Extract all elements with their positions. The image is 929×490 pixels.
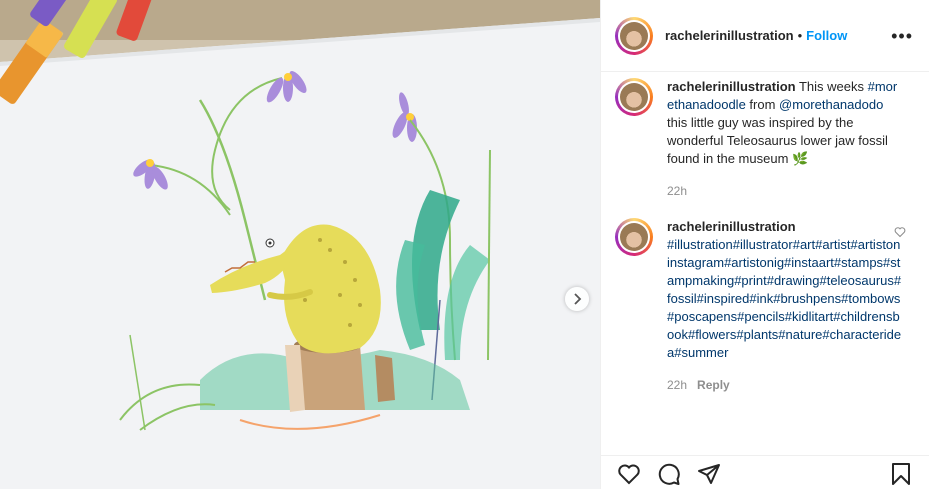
- caption-text-3: this little guy was inspired by the wond…: [667, 115, 888, 166]
- caption-text: rachelerinillustration This weeks #moret…: [667, 78, 903, 200]
- share-icon[interactable]: [697, 462, 721, 486]
- caption-mention[interactable]: @morethanadodo: [779, 97, 883, 112]
- comment-body: rachelerinillustration #illustration#ill…: [667, 218, 903, 394]
- reply-button[interactable]: Reply: [697, 378, 730, 392]
- avatar[interactable]: [615, 218, 653, 256]
- comment: rachelerinillustration #illustration#ill…: [601, 218, 929, 394]
- bookmark-icon[interactable]: [889, 462, 913, 486]
- comment-timestamp: 22h: [667, 378, 688, 392]
- next-image-button[interactable]: [565, 287, 589, 311]
- small-heart-icon[interactable]: [894, 226, 906, 238]
- post-sidebar: rachelerinillustration • Follow ••• rach…: [600, 0, 929, 489]
- caption-text-2: from: [745, 97, 780, 112]
- comment-hashtags[interactable]: #illustration#illustrator#art#artist#art…: [667, 236, 903, 362]
- heart-icon[interactable]: [617, 462, 641, 486]
- caption-username[interactable]: rachelerinillustration: [667, 79, 796, 94]
- comments-list: rachelerinillustration This weeks #moret…: [601, 72, 929, 394]
- header-username[interactable]: rachelerinillustration: [665, 28, 794, 43]
- avatar[interactable]: [615, 16, 653, 55]
- comment-icon[interactable]: [657, 462, 681, 486]
- chevron-right-icon: [574, 293, 582, 305]
- comment-meta: 22h Reply: [667, 376, 903, 394]
- caption: rachelerinillustration This weeks #moret…: [601, 78, 929, 200]
- post-image[interactable]: [0, 0, 600, 489]
- illustration: [0, 0, 600, 489]
- caption-timestamp: 22h: [667, 184, 688, 198]
- caption-text-1: This weeks: [795, 79, 868, 94]
- post-header: rachelerinillustration • Follow •••: [601, 0, 929, 72]
- avatar[interactable]: [615, 78, 653, 116]
- more-options-icon[interactable]: •••: [891, 27, 913, 45]
- comment-username[interactable]: rachelerinillustration: [667, 218, 903, 236]
- action-bar: [601, 455, 929, 490]
- leaf-emoji: 🌿: [792, 151, 809, 166]
- follow-button[interactable]: Follow: [806, 28, 847, 43]
- post-view: rachelerinillustration • Follow ••• rach…: [0, 0, 929, 489]
- separator-dot: •: [797, 28, 803, 43]
